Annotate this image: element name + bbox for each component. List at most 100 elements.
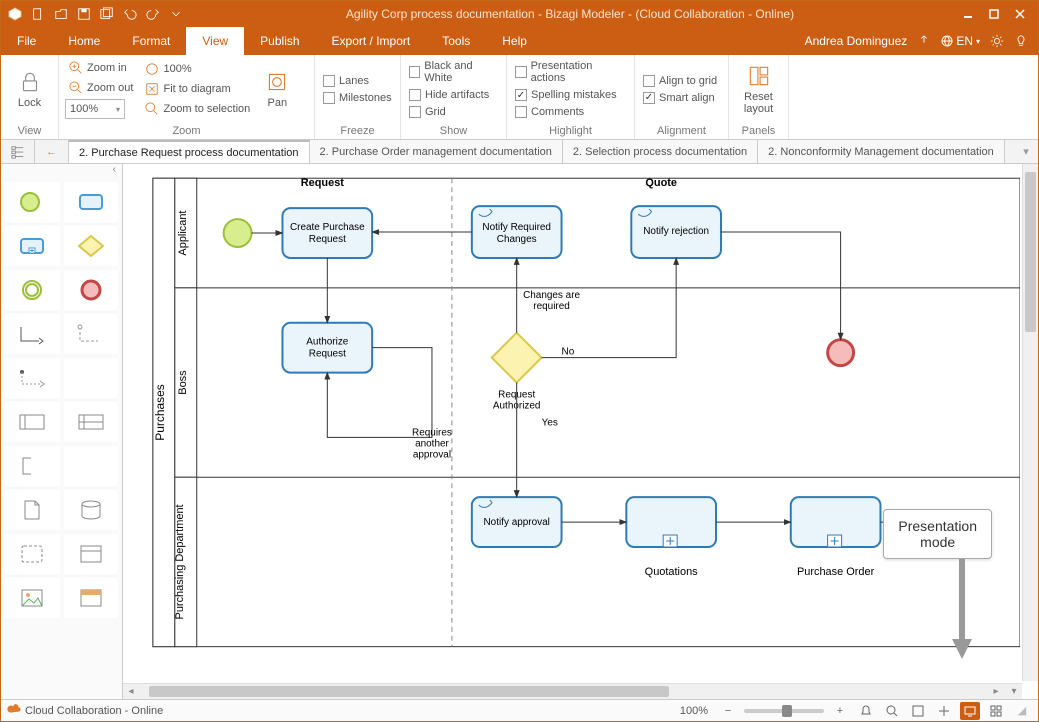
fit-diagram-button[interactable]: Fit to diagram <box>141 80 254 98</box>
canvas-wrap: Purchases Applicant Boss Purchasing Depa… <box>123 164 1038 699</box>
svg-text:Requiresanotherapproval: Requiresanotherapproval <box>412 428 452 461</box>
pal-group[interactable] <box>5 534 60 574</box>
freeze-lanes-check[interactable]: Lanes <box>321 74 394 88</box>
sb-fit-icon[interactable] <box>908 702 928 720</box>
redo-icon[interactable] <box>143 4 163 24</box>
language-selector[interactable]: EN▾ <box>941 34 980 48</box>
pan-button[interactable]: Pan <box>258 65 296 113</box>
smart-align-check[interactable]: ✓Smart align <box>641 91 719 105</box>
menu-tabs: File Home Format View Publish Export / I… <box>1 27 1038 55</box>
sync-icon[interactable] <box>917 34 931 48</box>
palette-collapse-icon[interactable]: ‹ <box>1 164 122 178</box>
tab-home[interactable]: Home <box>52 27 116 55</box>
zoom-slider[interactable] <box>744 709 824 713</box>
pal-intermediate-event[interactable] <box>5 270 60 310</box>
lock-button[interactable]: Lock <box>11 65 49 113</box>
align-grid-check[interactable]: Align to grid <box>641 74 719 88</box>
svg-text:Notify approval: Notify approval <box>483 517 549 528</box>
tab-format[interactable]: Format <box>116 27 186 55</box>
hl-pres-check[interactable]: Presentation actions <box>513 59 628 85</box>
open-icon[interactable] <box>51 4 71 24</box>
saveall-icon[interactable] <box>97 4 117 24</box>
minimize-button[interactable] <box>956 4 980 24</box>
gear-icon[interactable] <box>990 34 1004 48</box>
svg-text:Quotations: Quotations <box>645 566 698 578</box>
sb-zoomfit-icon[interactable] <box>882 702 902 720</box>
show-bw-check[interactable]: Black and White <box>407 59 500 85</box>
doctab-2[interactable]: 2. Selection process documentation <box>563 140 758 163</box>
new-icon[interactable] <box>28 4 48 24</box>
pal-start-event[interactable] <box>5 182 60 222</box>
freeze-milestones-check[interactable]: Milestones <box>321 91 394 105</box>
pal-assoc[interactable] <box>5 358 60 398</box>
tooltip-arrow-icon <box>952 559 972 659</box>
doctab-3[interactable]: 2. Nonconformity Management documentatio… <box>758 140 1005 163</box>
group-freeze-label: Freeze <box>315 123 400 139</box>
start-event <box>224 219 252 247</box>
pool-label: Purchases <box>153 384 167 440</box>
status-bar: Cloud Collaboration - Online 100% − + ◢ <box>1 699 1038 721</box>
back-button[interactable]: ← <box>35 140 69 163</box>
hl-comments-check[interactable]: Comments <box>513 105 628 119</box>
tab-export-import[interactable]: Export / Import <box>316 27 427 55</box>
pal-subprocess[interactable] <box>5 226 60 266</box>
pal-data-object[interactable] <box>5 490 60 530</box>
pal-lane[interactable] <box>64 402 119 442</box>
doctab-1[interactable]: 2. Purchase Order management documentati… <box>310 140 563 163</box>
diagram-overview-icon[interactable] <box>1 140 35 163</box>
sb-layout-icon[interactable] <box>986 702 1006 720</box>
pal-task[interactable] <box>64 182 119 222</box>
maximize-button[interactable] <box>982 4 1006 24</box>
user-name[interactable]: Andrea Dominguez <box>805 34 908 48</box>
qat-dropdown-icon[interactable] <box>166 4 186 24</box>
show-grid-check[interactable]: Grid <box>407 105 500 119</box>
lock-label: Lock <box>18 97 41 109</box>
group-zoom-label: Zoom <box>59 123 314 139</box>
window-controls <box>950 4 1038 24</box>
pal-end-event[interactable] <box>64 270 119 310</box>
svg-text:Purchase Order: Purchase Order <box>797 566 875 578</box>
show-hide-check[interactable]: Hide artifacts <box>407 88 500 102</box>
sb-bell-icon[interactable] <box>856 702 876 720</box>
tab-help[interactable]: Help <box>486 27 543 55</box>
pal-gateway[interactable] <box>64 226 119 266</box>
pal-msg-flow[interactable] <box>64 314 119 354</box>
save-icon[interactable] <box>74 4 94 24</box>
tab-view[interactable]: View <box>186 27 244 55</box>
zoom-plus-button[interactable]: + <box>830 702 850 720</box>
group-panels-label: Panels <box>729 123 788 139</box>
zoom-readout[interactable]: 100% <box>676 705 712 717</box>
pal-image[interactable] <box>5 578 60 618</box>
doctab-active[interactable]: 2. Purchase Request process documentatio… <box>69 140 310 163</box>
zoom-100-button[interactable]: 100% <box>141 60 254 78</box>
pal-header[interactable] <box>64 578 119 618</box>
bulb-icon[interactable] <box>1014 34 1028 48</box>
pal-milestone[interactable] <box>64 534 119 574</box>
resize-grip-icon[interactable]: ◢ <box>1012 702 1032 720</box>
zoom-selection-button[interactable]: Zoom to selection <box>141 100 254 118</box>
app-window: Agility Corp process documentation - Biz… <box>0 0 1039 722</box>
reset-layout-button[interactable]: Reset layout <box>735 59 782 119</box>
pal-annotation[interactable] <box>5 446 60 486</box>
zoom-combo[interactable]: 100%▾ <box>65 99 125 119</box>
app-icon[interactable] <box>5 4 25 24</box>
doctab-dropdown[interactable]: ▾ <box>1014 140 1038 163</box>
zoom-minus-button[interactable]: − <box>718 702 738 720</box>
tab-publish[interactable]: Publish <box>244 27 315 55</box>
vertical-scrollbar[interactable] <box>1022 164 1038 681</box>
file-menu[interactable]: File <box>1 27 52 55</box>
sb-pan-icon[interactable] <box>934 702 954 720</box>
hl-spell-check[interactable]: ✓Spelling mistakes <box>513 88 628 102</box>
zoom-out-button[interactable]: Zoom out <box>65 79 137 97</box>
presentation-mode-button[interactable] <box>960 702 980 720</box>
horizontal-scrollbar[interactable]: ◂▸▾ <box>123 683 1022 699</box>
pal-pool[interactable] <box>5 402 60 442</box>
pal-data-store[interactable] <box>64 490 119 530</box>
tab-tools[interactable]: Tools <box>426 27 486 55</box>
pal-seq-flow[interactable] <box>5 314 60 354</box>
diagram-canvas[interactable]: Purchases Applicant Boss Purchasing Depa… <box>123 164 1020 681</box>
zoom-in-button[interactable]: Zoom in <box>65 59 137 77</box>
end-event <box>828 340 854 366</box>
undo-icon[interactable] <box>120 4 140 24</box>
close-button[interactable] <box>1008 4 1032 24</box>
